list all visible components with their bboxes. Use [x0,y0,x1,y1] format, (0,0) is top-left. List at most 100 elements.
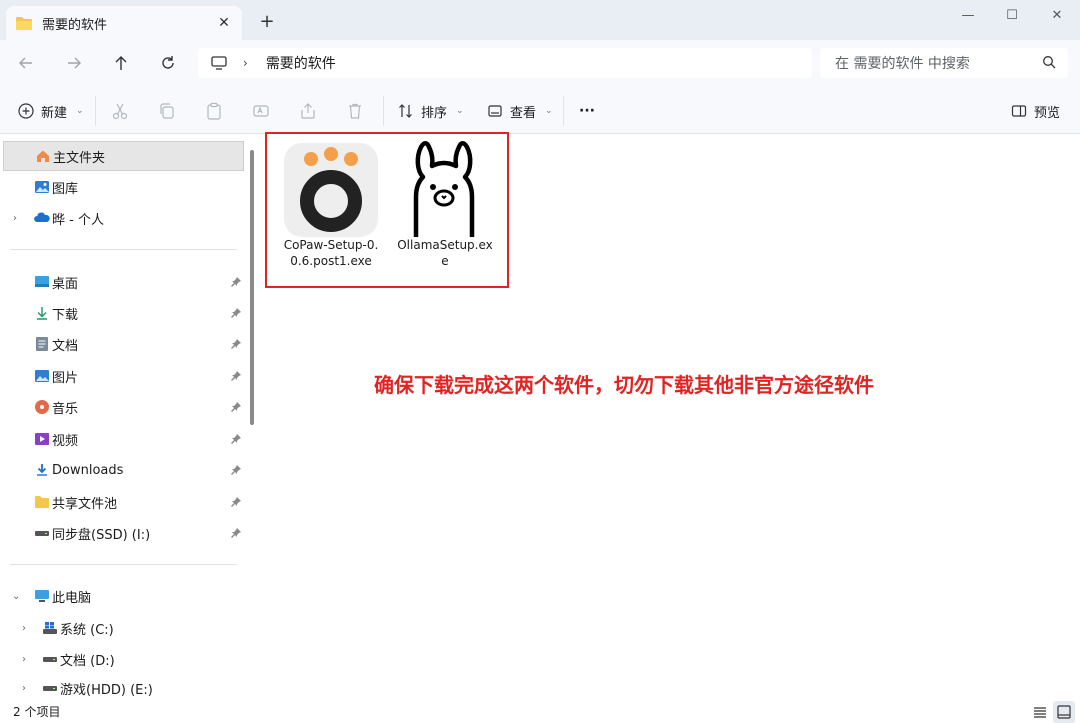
sidebar-item-documents[interactable]: 文档 [0,329,244,359]
pin-icon[interactable] [230,433,242,445]
sidebar-item-drive-d[interactable]: › 文档 (D:) [0,644,244,674]
sidebar-item-pictures[interactable]: 图片 [0,361,244,391]
rename-icon[interactable] [252,102,272,122]
divider [383,96,384,126]
folder-icon [16,16,32,30]
close-tab-icon[interactable]: ✕ [216,15,232,31]
preview-button[interactable]: 预览 [1011,100,1060,122]
sidebar-item-label: 系统 (C:) [60,622,114,638]
sidebar-item-gallery[interactable]: 图库 [0,172,244,202]
sidebar-item-downloads-folder[interactable]: Downloads [0,455,244,485]
chevron-right-icon[interactable]: › [22,683,26,694]
sidebar-item-label: 下载 [52,307,79,323]
chevron-right-icon[interactable]: › [13,213,17,224]
new-button[interactable]: 新建 ⌄ [18,100,84,122]
search-icon[interactable] [1042,55,1056,69]
sidebar-item-label: 图片 [52,370,79,386]
gallery-icon [34,179,50,195]
more-options-button[interactable]: ··· [579,100,595,122]
sidebar-item-drive-c[interactable]: › 系统 (C:) [0,613,244,643]
refresh-icon[interactable] [158,53,178,73]
chevron-down-icon: ⌄ [76,106,84,116]
sidebar-item-label: 图库 [52,181,79,197]
close-window-icon[interactable]: ✕ [1043,6,1071,26]
sidebar-item-label: 主文件夹 [53,150,106,166]
pin-icon[interactable] [230,496,242,508]
up-arrow-icon[interactable] [111,53,131,73]
drive-icon [42,680,58,696]
computer-icon [34,588,50,604]
file-item-copaw[interactable] [283,143,379,237]
breadcrumb[interactable]: 需要的软件 [266,53,336,73]
file-name-copaw[interactable]: CoPaw-Setup-0. 0.6.post1.exe [281,237,381,269]
sidebar-item-videos[interactable]: 视频 [0,424,244,454]
sidebar-scrollbar[interactable] [250,150,254,425]
sidebar-item-label: 视频 [52,433,79,449]
divider [95,96,96,126]
pin-icon[interactable] [230,276,242,288]
sidebar-item-desktop[interactable]: 桌面 [0,267,244,297]
sidebar-item-this-pc[interactable]: ⌄ 此电脑 [0,581,244,611]
paste-icon[interactable] [205,102,225,122]
chevron-right-icon[interactable]: › [22,623,26,634]
pin-icon[interactable] [230,401,242,413]
home-icon [35,148,51,164]
sidebar-item-sync-drive[interactable]: 同步盘(SSD) (I:) [0,518,244,548]
share-icon[interactable] [299,102,319,122]
pin-icon[interactable] [230,527,242,539]
view-label: 查看 [510,105,537,121]
sidebar-item-shared-folder[interactable]: 共享文件池 [0,487,244,517]
sidebar-item-label: Downloads [52,462,124,478]
desktop-icon [34,274,50,290]
sort-icon [398,103,414,119]
pin-icon[interactable] [230,370,242,382]
sidebar-item-onedrive[interactable]: › 晔 - 个人 [0,203,244,233]
sort-label: 排序 [421,105,448,121]
music-icon [34,399,50,415]
ollama-llama-icon [402,141,486,237]
sidebar-item-downloads[interactable]: 下载 [0,298,244,328]
pin-icon[interactable] [230,307,242,319]
new-tab-button[interactable]: + [258,13,276,31]
drive-icon [42,651,58,667]
windows-drive-icon [42,620,58,636]
back-arrow-icon[interactable] [16,53,36,73]
monitor-icon [211,55,227,71]
sidebar-item-label: 文档 (D:) [60,653,115,669]
sidebar-item-music[interactable]: 音乐 [0,392,244,422]
file-name-ollama[interactable]: OllamaSetup.ex e [395,237,495,269]
tab-title: 需要的软件 [42,17,108,33]
divider [10,249,237,250]
search-input[interactable]: 在 需要的软件 中搜索 [820,48,1068,78]
large-icons-view-icon[interactable] [1053,701,1075,723]
cut-icon[interactable] [111,102,131,122]
download-folder-icon [34,462,50,478]
document-icon [34,336,50,352]
chevron-down-icon[interactable]: ⌄ [12,591,20,602]
pin-icon[interactable] [230,464,242,476]
chevron-right-icon[interactable]: › [22,654,26,665]
plus-circle-icon [18,103,34,119]
sort-button[interactable]: 排序 ⌄ [398,100,464,122]
sidebar-item-label: 文档 [52,338,79,354]
preview-pane-icon [1011,103,1027,119]
sidebar-item-drive-e[interactable]: › 游戏(HDD) (E:) [0,676,244,700]
details-view-icon[interactable] [1032,704,1048,720]
video-icon [34,431,50,447]
sidebar-item-label: 同步盘(SSD) (I:) [52,527,151,543]
forward-arrow-icon[interactable] [64,53,84,73]
maximize-icon[interactable]: ☐ [998,6,1026,26]
copaw-app-icon [283,143,379,237]
copy-icon[interactable] [158,102,178,122]
file-item-ollama[interactable] [402,141,486,237]
view-button[interactable]: 查看 ⌄ [487,100,553,122]
delete-icon[interactable] [346,102,366,122]
divider [563,96,564,126]
sidebar-item-label: 桌面 [52,276,79,292]
sidebar-item-home[interactable]: 主文件夹 [3,141,244,171]
address-bar[interactable]: › 需要的软件 [198,48,812,78]
tab-needed-software[interactable]: 需要的软件 ✕ [6,6,242,40]
view-icon [487,103,503,119]
minimize-icon[interactable]: — [954,6,982,26]
pin-icon[interactable] [230,338,242,350]
